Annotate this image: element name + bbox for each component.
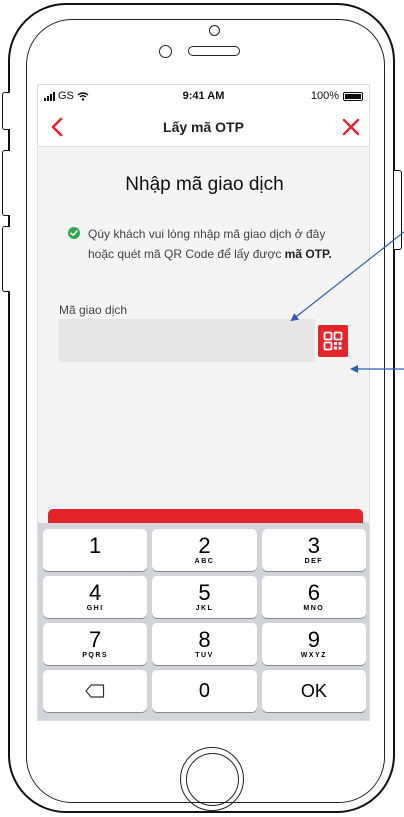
key-9[interactable]: 9 WXYZ	[261, 623, 366, 665]
key-letters: DEF	[304, 557, 324, 565]
battery-icon	[343, 91, 363, 101]
qr-scan-button[interactable]	[318, 325, 348, 357]
key-digit: 7	[89, 626, 102, 652]
status-battery-group: 100%	[311, 90, 363, 102]
key-letters: WXYZ	[300, 651, 327, 659]
key-3[interactable]: 3 DEF	[261, 529, 366, 571]
key-8[interactable]: 8 TUV	[152, 623, 257, 665]
key-4[interactable]: 4 GHI	[43, 576, 148, 618]
check-circle-icon	[68, 227, 80, 239]
key-digit: 1	[89, 532, 102, 558]
key-2[interactable]: 2 ABC	[152, 529, 257, 571]
delete-key-icon	[85, 684, 105, 698]
key-digit: 8	[198, 626, 211, 652]
qr-code-icon	[323, 331, 343, 351]
key-ok-label: OK	[300, 680, 327, 701]
key-7[interactable]: 7 PQRS	[43, 623, 148, 665]
key-digit: 5	[198, 579, 211, 605]
key-letters: JKL	[195, 604, 214, 612]
form-heading: Nhập mã giao dịch	[125, 174, 284, 195]
transaction-code-input[interactable]	[59, 319, 315, 362]
key-letters: ABC	[194, 557, 215, 565]
main-content: Nhập mã giao dịch Qúy khách vui lòng nhậ…	[38, 147, 369, 557]
notice-otp-emphasis: mã OTP.	[284, 247, 332, 261]
key-0[interactable]: 0	[152, 670, 257, 712]
front-camera	[209, 25, 220, 36]
key-letters: GHI	[86, 604, 104, 612]
key-ok[interactable]: OK	[261, 670, 366, 712]
key-5[interactable]: 5 JKL	[152, 576, 257, 618]
key-6[interactable]: 6 MNO	[261, 576, 366, 618]
home-button[interactable]	[180, 747, 244, 811]
proximity-sensor	[159, 45, 172, 58]
earpiece-speaker	[188, 46, 240, 56]
status-bar: GS 9:41 AM 100%	[38, 85, 369, 109]
key-letters: PQRS	[82, 651, 109, 659]
page-title: Lấy mã OTP	[163, 119, 244, 135]
nav-bar: Lấy mã OTP	[38, 109, 369, 147]
close-icon[interactable]	[339, 115, 363, 139]
notice: Qúy khách vui lòng nhập mã giao dịch ở đ…	[68, 224, 348, 264]
key-digit: 2	[198, 532, 211, 558]
volume-down-button	[2, 226, 10, 292]
battery-percent: 100%	[310, 90, 339, 102]
key-letters: MNO	[303, 604, 325, 612]
key-digit: 4	[89, 579, 102, 605]
numeric-keypad: 1 2 ABC 3 DEF 4 GHI 5 JKL 6 MNO 7 PQRS 8 TUV 9W…	[38, 523, 369, 720]
power-button	[394, 170, 402, 250]
app-screen: GS 9:41 AM 100% Lấy mã OTP Nhập mã giao …	[37, 84, 370, 721]
key-digit: 0	[198, 680, 211, 702]
key-1[interactable]: 1	[43, 529, 148, 571]
key-delete[interactable]	[43, 670, 148, 712]
key-digit: 6	[307, 579, 320, 605]
volume-up-button	[2, 150, 10, 216]
key-letters: TUV	[195, 651, 214, 659]
key-digit: 9	[307, 626, 320, 652]
mute-switch	[2, 92, 10, 130]
notice-text: Qúy khách vui lòng nhập mã giao dịch ở đ…	[68, 224, 348, 264]
transaction-code-label: Mã giao dịch	[59, 303, 128, 317]
key-digit: 3	[307, 532, 320, 558]
